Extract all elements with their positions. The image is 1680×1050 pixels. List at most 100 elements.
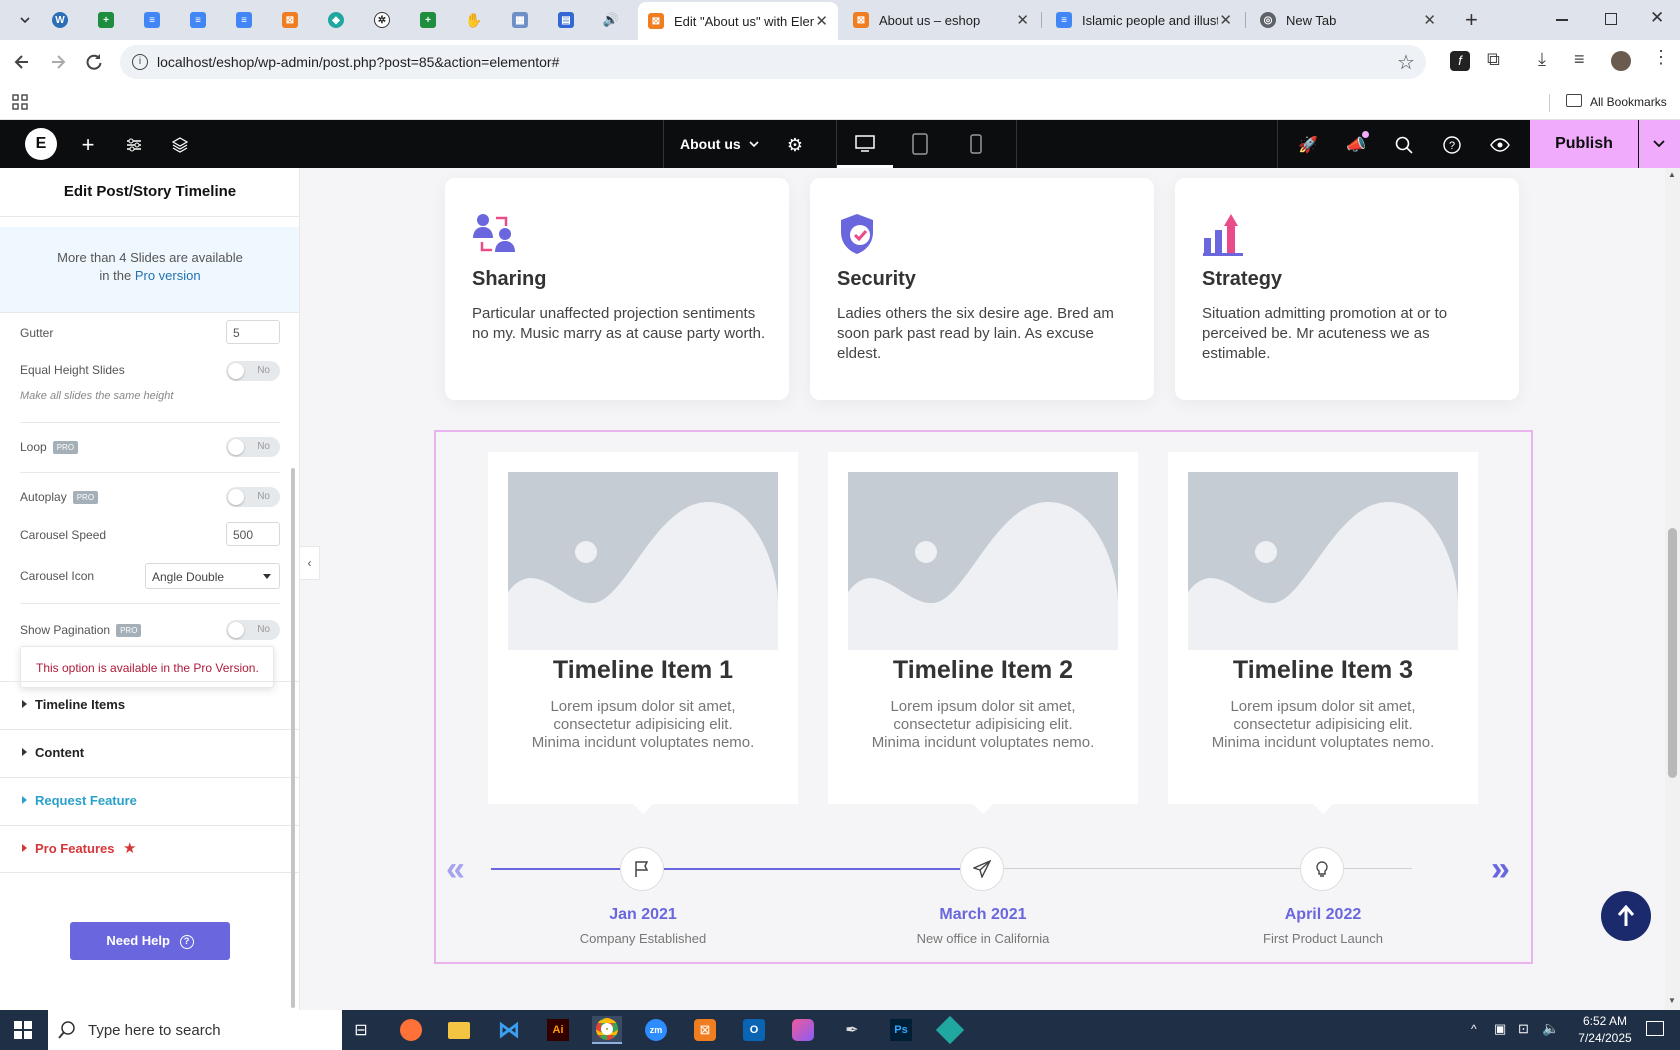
chevron-down-icon[interactable] — [748, 137, 760, 155]
xampp-icon[interactable]: ⊠ — [690, 1016, 720, 1044]
autoplay-toggle[interactable]: No — [226, 487, 280, 507]
notifications-megaphone-icon[interactable]: 📣 — [1345, 131, 1369, 156]
star-icon[interactable]: ☆ — [1397, 50, 1415, 75]
next-arrow-icon[interactable]: » — [1491, 852, 1510, 886]
info-icon[interactable]: i — [132, 54, 148, 70]
page-name[interactable]: About us — [680, 136, 741, 152]
page-scrollbar[interactable]: ▲ ▼ — [1665, 168, 1680, 1010]
pro-version-link[interactable]: Pro version — [135, 268, 201, 283]
url-text[interactable]: localhost/eshop/wp-admin/post.php?post=8… — [157, 54, 559, 70]
close-icon[interactable]: ✕ — [815, 12, 828, 30]
close-icon[interactable]: ✕ — [1219, 11, 1232, 29]
tab-new-tab[interactable]: ◎ New Tab ✕ — [1250, 4, 1446, 36]
scroll-up-arrow-icon[interactable]: ▲ — [1668, 170, 1676, 179]
pinned-tab-audio[interactable]: 🔊 — [598, 8, 624, 32]
forward-icon[interactable] — [48, 52, 68, 77]
menu-icon[interactable]: ⋮ — [1652, 48, 1670, 66]
device-mobile-button[interactable] — [969, 134, 983, 159]
collapse-panel-button[interactable]: ‹ — [300, 546, 320, 580]
app-icon[interactable] — [935, 1015, 965, 1045]
loop-toggle[interactable]: No — [226, 437, 280, 457]
elementor-logo-icon[interactable]: E — [25, 128, 57, 160]
pinned-tab-app[interactable]: ◆ — [323, 8, 349, 32]
taskbar-search-box[interactable]: Type here to search — [48, 1010, 342, 1050]
pinned-tab-chatgpt[interactable]: ✲ — [369, 8, 395, 32]
window-close-button[interactable]: ✕ — [1650, 8, 1664, 28]
extension-f-icon[interactable]: f — [1450, 51, 1470, 71]
pinned-tab-xampp[interactable]: ⊠ — [277, 8, 303, 32]
page-settings-gear-icon[interactable]: ⚙ — [784, 134, 806, 156]
rocket-icon[interactable]: 🚀 — [1297, 134, 1319, 156]
illustrator-icon[interactable]: Ai — [543, 1016, 573, 1044]
scroll-down-arrow-icon[interactable]: ▼ — [1668, 996, 1676, 1005]
carousel-speed-input[interactable]: 500 — [226, 522, 280, 546]
windows-start-icon[interactable] — [8, 1016, 38, 1044]
carousel-icon-select[interactable]: Angle Double — [145, 563, 280, 589]
panel-scrollbar[interactable] — [291, 468, 295, 1008]
tab-about-us-eshop[interactable]: ⊠ About us – eshop ✕ — [843, 4, 1039, 36]
photoshop-icon[interactable]: Ps — [886, 1016, 916, 1044]
device-tablet-button[interactable] — [911, 133, 929, 160]
network-icon[interactable]: ⊡ — [1518, 1021, 1529, 1037]
timeline-widget[interactable]: Timeline Item 1 Lorem ipsum dolor sit am… — [434, 430, 1533, 964]
vscode-icon[interactable]: ⋈ — [494, 1016, 524, 1044]
chrome-icon[interactable] — [592, 1016, 622, 1044]
section-pro-features[interactable]: Pro Features ★ — [0, 825, 299, 873]
section-content[interactable]: Content — [0, 729, 299, 777]
volume-icon[interactable]: 🔈 — [1542, 1020, 1559, 1037]
equal-height-toggle[interactable]: No — [226, 361, 280, 381]
file-explorer-icon[interactable] — [444, 1016, 474, 1044]
help-icon[interactable]: ? — [1441, 134, 1463, 156]
publish-button[interactable]: Publish — [1530, 120, 1638, 168]
settings-sliders-icon[interactable] — [123, 134, 145, 156]
media-icon[interactable]: ≡ — [1574, 49, 1585, 70]
tab-edit-about-us[interactable]: ⊠ Edit "About us" with Elem ✕ — [638, 2, 838, 40]
new-tab-button[interactable]: + — [1465, 8, 1478, 32]
creative-cloud-icon[interactable] — [788, 1016, 818, 1044]
clock-time[interactable]: 6:52 AM — [1568, 1014, 1642, 1028]
section-timeline-items[interactable]: Timeline Items — [0, 681, 299, 729]
firefox-icon[interactable] — [396, 1016, 426, 1044]
publish-options-button[interactable] — [1639, 120, 1680, 168]
search-icon[interactable] — [1393, 134, 1415, 156]
pagination-toggle[interactable]: No — [226, 620, 280, 640]
need-help-button[interactable]: Need Help ? — [70, 922, 230, 960]
close-icon[interactable]: ✕ — [1016, 11, 1029, 29]
download-icon[interactable]: ⤓ — [1538, 49, 1546, 70]
pinned-tab-docs-3[interactable]: ≡ — [231, 8, 257, 32]
pinned-tab-forms[interactable]: ▤ — [553, 8, 579, 32]
pinned-tab-sheets[interactable]: + — [93, 8, 119, 32]
all-bookmarks-link[interactable]: All Bookmarks — [1590, 95, 1667, 109]
pinned-tab-docs[interactable]: ≡ — [139, 8, 165, 32]
zoom-icon[interactable]: zm — [641, 1016, 671, 1044]
tray-meet-icon[interactable]: ▣ — [1494, 1021, 1506, 1037]
outlook-icon[interactable]: O — [739, 1016, 769, 1044]
pen-tool-icon[interactable]: ✒ — [837, 1016, 867, 1044]
add-element-icon[interactable]: + — [77, 132, 99, 157]
pinned-tab-sheets-2[interactable]: + — [415, 8, 441, 32]
restore-button[interactable] — [1605, 13, 1617, 25]
timeline-node-1[interactable] — [620, 847, 664, 891]
tab-search-button[interactable] — [12, 8, 38, 32]
task-view-icon[interactable]: ⊟ — [346, 1016, 376, 1044]
extensions-puzzle-icon[interactable]: ⧉ — [1487, 49, 1500, 70]
prev-arrow-icon[interactable]: « — [446, 852, 465, 886]
layers-icon[interactable] — [169, 134, 191, 156]
profile-avatar[interactable] — [1611, 51, 1631, 71]
pinned-tab-docs-2[interactable]: ≡ — [185, 8, 211, 32]
apps-grid-icon[interactable] — [12, 94, 28, 115]
notifications-icon[interactable] — [1646, 1021, 1664, 1036]
pinned-tab-wordpress[interactable]: W — [47, 8, 73, 32]
tab-islamic-people[interactable]: ≡ Islamic people and illustr ✕ — [1046, 4, 1242, 36]
scrollbar-thumb[interactable] — [1668, 528, 1677, 778]
pinned-tab-hand[interactable]: ✋ — [461, 8, 487, 32]
scroll-to-top-button[interactable] — [1601, 891, 1651, 941]
device-desktop-button[interactable] — [837, 120, 893, 168]
minimize-button[interactable] — [1556, 19, 1568, 21]
gutter-input[interactable]: 5 — [226, 320, 280, 344]
section-request-feature[interactable]: Request Feature — [0, 777, 299, 825]
close-icon[interactable]: ✕ — [1423, 11, 1436, 29]
timeline-node-3[interactable] — [1300, 847, 1344, 891]
address-bar[interactable]: i localhost/eshop/wp-admin/post.php?post… — [120, 45, 1426, 79]
preview-eye-icon[interactable] — [1489, 134, 1511, 156]
